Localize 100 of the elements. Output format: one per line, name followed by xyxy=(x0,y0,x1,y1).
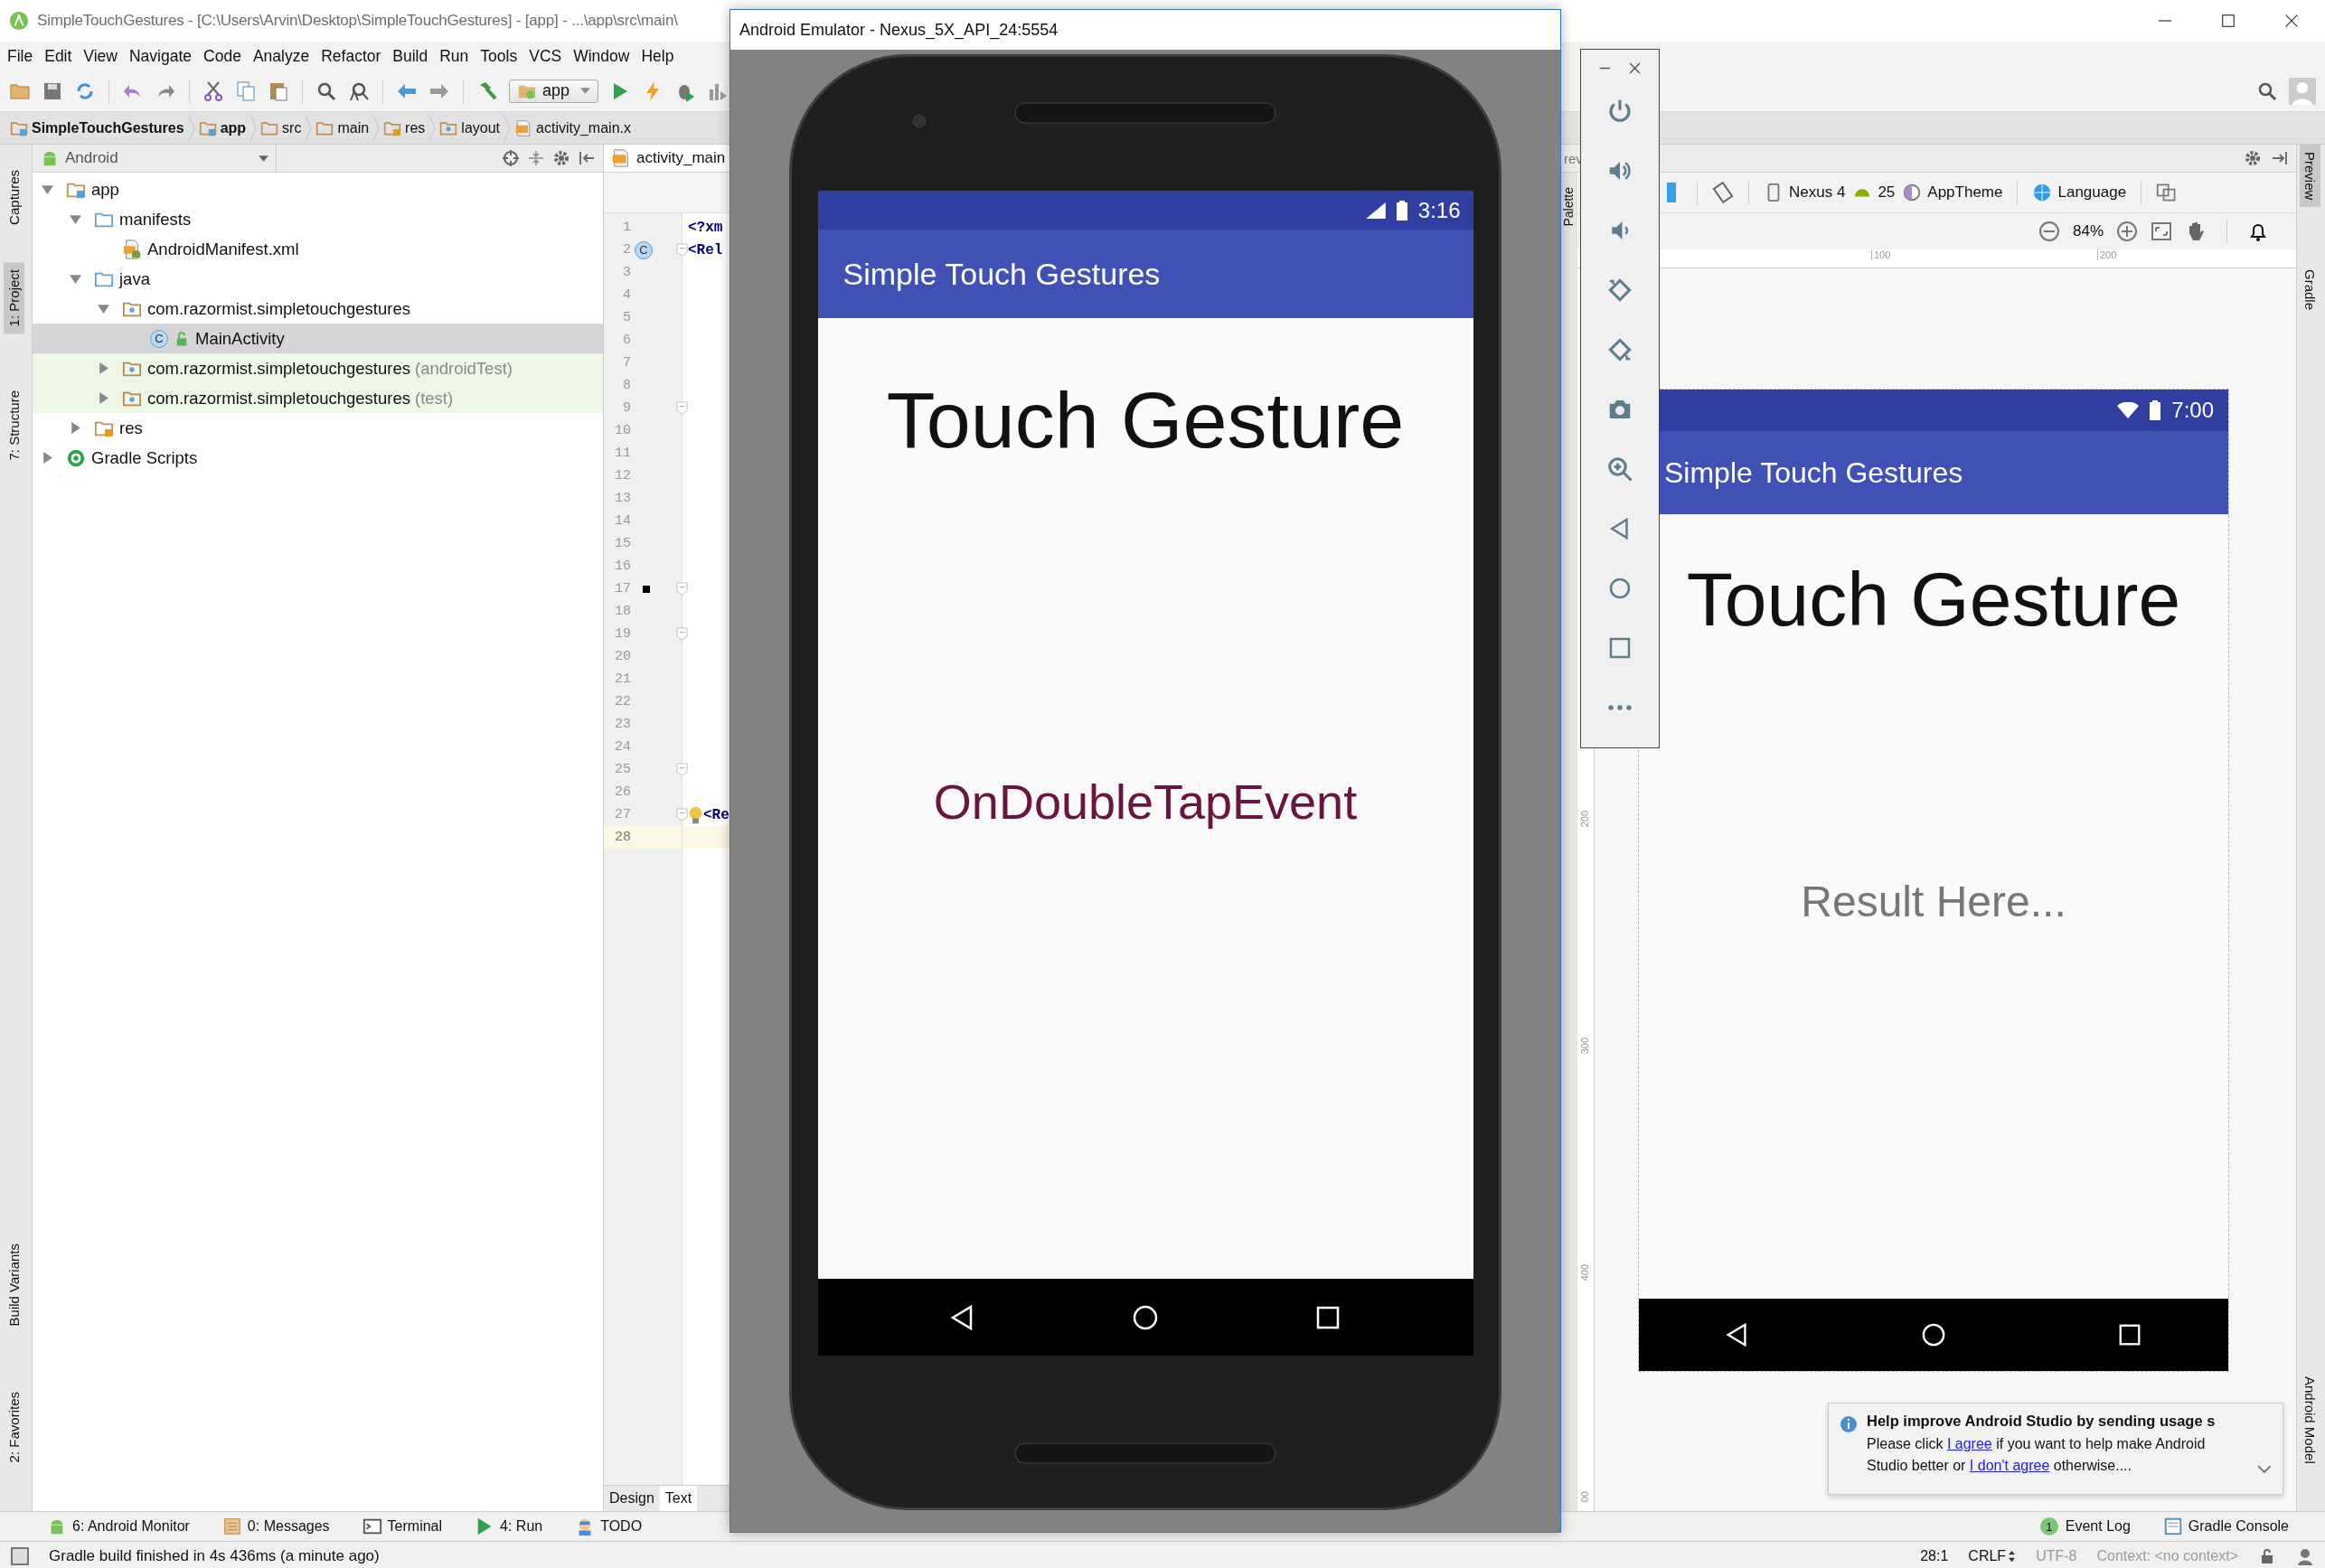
fold-icon[interactable] xyxy=(676,582,688,596)
tree-item[interactable]: Gradle Scripts xyxy=(33,443,603,473)
expand-arrow-icon[interactable] xyxy=(98,303,109,315)
menu-item[interactable]: Analyze xyxy=(247,44,316,68)
notification-link[interactable]: I don't agree xyxy=(1969,1458,2050,1473)
tool-window-tab[interactable]: 7: Structure xyxy=(4,383,24,468)
line-separator-selector[interactable]: CRLF xyxy=(1968,1547,2017,1564)
globe-icon xyxy=(2032,183,2053,202)
zoom-in-icon[interactable] xyxy=(2116,221,2138,242)
tool-window-button[interactable]: Gradle Console xyxy=(2162,1516,2289,1536)
rotate-icon[interactable] xyxy=(1712,182,1734,203)
expand-arrow-icon[interactable] xyxy=(70,213,81,225)
tree-item[interactable]: C MainActivity xyxy=(33,324,603,353)
tool-window-tab[interactable]: 2: Favorites xyxy=(4,1385,24,1470)
expand-arrow-icon[interactable] xyxy=(42,183,53,195)
editor-mode-tab[interactable]: Design xyxy=(604,1486,660,1511)
view-dropdown[interactable]: Android xyxy=(33,145,277,172)
gear-icon[interactable] xyxy=(2244,149,2262,167)
tree-item[interactable]: com.razormist.simpletouchgestures (androidTest) xyxy=(33,353,603,383)
notification-link[interactable]: I agree xyxy=(1946,1436,1992,1451)
expand-arrow-icon[interactable] xyxy=(98,392,109,404)
inspector-icon[interactable] xyxy=(2296,1546,2314,1565)
fold-icon[interactable] xyxy=(676,627,688,641)
home-icon[interactable] xyxy=(1132,1303,1159,1331)
collapse-icon[interactable] xyxy=(527,149,545,167)
language-dropdown[interactable]: Language xyxy=(2032,183,2127,202)
tool-window-tab[interactable]: 1: Project xyxy=(4,262,24,334)
tool-window-button[interactable]: 4: Run xyxy=(475,1516,543,1536)
tool-window-button[interactable]: 6: Android Monitor xyxy=(47,1516,190,1536)
menu-item[interactable]: Build xyxy=(387,44,435,68)
zoom-out-icon[interactable] xyxy=(2038,221,2060,242)
fold-icon[interactable] xyxy=(676,243,688,257)
tree-item[interactable]: java xyxy=(33,264,603,294)
rotate-left-icon[interactable] xyxy=(1606,277,1633,304)
panel-toggle-icon[interactable] xyxy=(11,1546,29,1565)
breadcrumb-item[interactable]: app xyxy=(195,118,249,137)
expand-arrow-icon[interactable] xyxy=(70,422,81,434)
tool-window-tab[interactable]: Preview xyxy=(2300,145,2320,208)
fit-screen-icon[interactable] xyxy=(2151,221,2172,242)
menu-item[interactable]: File xyxy=(2,44,40,68)
maximize-icon[interactable] xyxy=(2220,13,2236,29)
notification-title: Help improve Android Studio by sending usage s xyxy=(1867,1413,2217,1430)
fold-icon[interactable] xyxy=(676,763,688,776)
lightbulb-icon[interactable] xyxy=(688,804,703,825)
fold-icon[interactable] xyxy=(676,808,688,822)
breadcrumb-item[interactable]: src xyxy=(258,118,305,137)
tool-window-button[interactable]: Terminal xyxy=(362,1516,443,1536)
fold-icon[interactable] xyxy=(676,401,688,415)
cut-icon[interactable] xyxy=(202,80,224,102)
theme-dropdown[interactable]: AppTheme xyxy=(1902,183,2003,202)
tool-window-button[interactable]: 0: Messages xyxy=(221,1516,330,1536)
close-icon[interactable] xyxy=(1629,62,1641,74)
menu-item[interactable]: Code xyxy=(198,44,248,68)
tree-item[interactable]: com.razormist.simpletouchgestures xyxy=(33,294,603,324)
close-icon[interactable] xyxy=(2283,13,2300,29)
api-dropdown[interactable]: 25 xyxy=(1852,183,1896,202)
menu-item[interactable]: Run xyxy=(434,44,475,68)
device-dropdown[interactable]: Nexus 4 xyxy=(1764,183,1846,202)
expand-chevron-icon[interactable] xyxy=(2257,1465,2272,1474)
breadcrumb-item[interactable]: SimpleTouchGestures xyxy=(7,118,187,137)
tree-item[interactable]: AndroidManifest.xml xyxy=(33,234,603,264)
target-icon[interactable] xyxy=(502,149,520,167)
copy-icon[interactable] xyxy=(235,80,257,102)
menu-item[interactable]: View xyxy=(78,44,124,68)
menu-item[interactable]: Help xyxy=(635,44,681,68)
zoom-icon[interactable] xyxy=(1606,455,1633,483)
run-config-dropdown[interactable]: app xyxy=(509,79,599,103)
breadcrumb-item[interactable]: main xyxy=(313,118,372,137)
tool-window-tab[interactable]: Gradle xyxy=(2300,262,2320,318)
code-area[interactable]: <?xm <Rel <Re xyxy=(682,213,730,1485)
cursor-position[interactable]: 28:1 xyxy=(1920,1547,1949,1564)
tool-window-tab[interactable]: Android Model xyxy=(2300,1369,2320,1471)
menu-item[interactable]: Edit xyxy=(39,44,79,68)
gear-icon[interactable] xyxy=(552,149,570,167)
tree-item[interactable]: app xyxy=(33,174,603,204)
tool-window-tab[interactable]: Captures xyxy=(4,163,24,232)
pin-icon[interactable] xyxy=(2271,149,2289,167)
breadcrumb-item[interactable]: activity_main.x xyxy=(512,118,634,137)
rotate-right-icon[interactable] xyxy=(1606,336,1633,363)
expand-arrow-icon[interactable] xyxy=(70,273,81,285)
tree-item[interactable]: res xyxy=(33,413,603,443)
editor-mode-tab[interactable]: Text xyxy=(659,1486,698,1511)
tree-item[interactable]: manifests xyxy=(33,204,603,234)
hide-panel-icon[interactable] xyxy=(578,149,596,167)
menu-item[interactable]: Refactor xyxy=(315,44,388,68)
tool-window-tab[interactable]: Build Variants xyxy=(4,1236,24,1334)
palette-tab[interactable]: Palette xyxy=(1561,183,1576,230)
power-icon[interactable] xyxy=(1606,98,1633,125)
menu-item[interactable]: VCS xyxy=(523,44,569,68)
tree-item[interactable]: com.razormist.simpletouchgestures (test) xyxy=(33,383,603,413)
menu-item[interactable]: Tools xyxy=(475,44,524,68)
class-badge[interactable]: C xyxy=(635,240,653,259)
menu-item[interactable]: Window xyxy=(568,44,636,68)
menu-item[interactable]: Navigate xyxy=(124,44,199,68)
expand-arrow-icon[interactable] xyxy=(98,362,109,374)
breadcrumb-item[interactable]: res xyxy=(381,118,428,137)
expand-arrow-icon[interactable] xyxy=(42,452,53,464)
tool-window-button[interactable]: 1 Event Log xyxy=(2039,1517,2131,1535)
breadcrumb-item[interactable]: layout xyxy=(437,118,504,137)
tool-window-button[interactable]: TODO xyxy=(575,1516,643,1536)
